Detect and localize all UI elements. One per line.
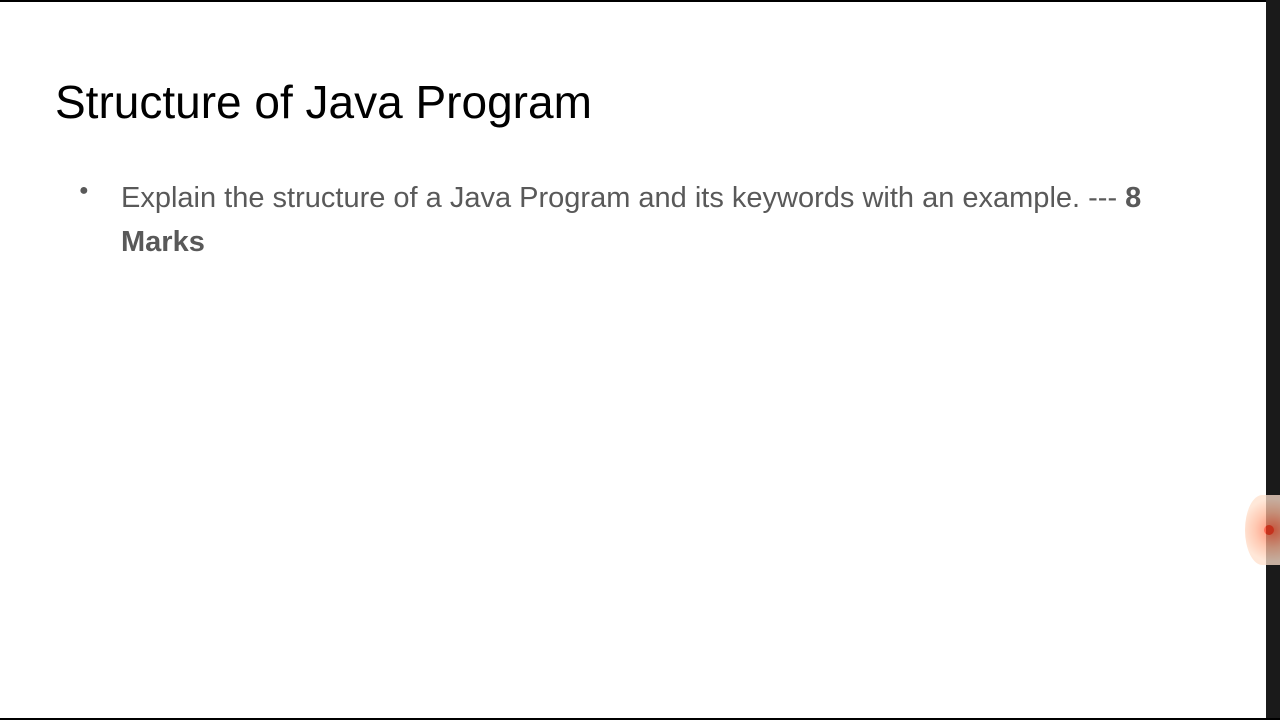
slide-title: Structure of Java Program <box>55 75 1225 129</box>
bullet-list: Explain the structure of a Java Program … <box>55 177 1225 264</box>
recording-dot-icon <box>1264 525 1274 535</box>
list-item: Explain the structure of a Java Program … <box>79 177 1225 264</box>
recording-indicator-icon <box>1245 495 1280 565</box>
bullet-text: Explain the structure of a Java Program … <box>121 182 1125 214</box>
vertical-scrollbar[interactable] <box>1266 0 1280 720</box>
presentation-slide: Structure of Java Program Explain the st… <box>0 0 1280 720</box>
